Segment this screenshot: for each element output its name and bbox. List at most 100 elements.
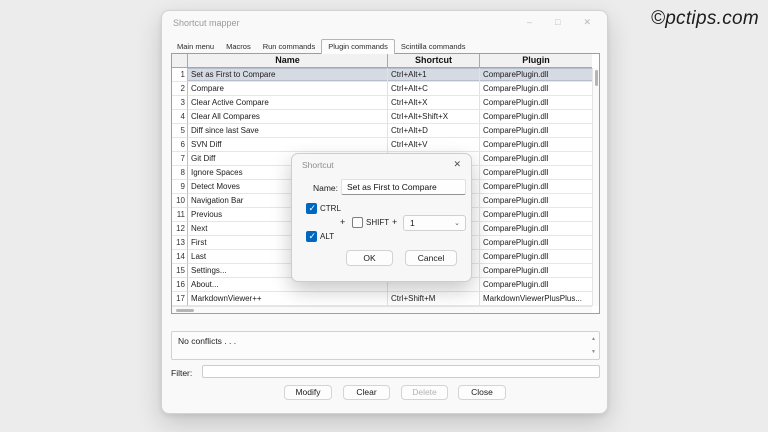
- screenshot-root: ©pctips.com Shortcut mapper – □ ✕ Main m…: [0, 0, 768, 432]
- close-button[interactable]: Close: [458, 385, 506, 400]
- cell-shortcut: Ctrl+Alt+1: [388, 68, 480, 82]
- window-controls: – □ ✕: [527, 16, 591, 28]
- cell-shortcut: Ctrl+Alt+X: [388, 96, 480, 110]
- cell-shortcut: Ctrl+Alt+D: [388, 124, 480, 138]
- minimize-icon[interactable]: –: [527, 16, 532, 28]
- tab-main-menu[interactable]: Main menu: [171, 41, 220, 53]
- table-row[interactable]: 1Set as First to CompareCtrl+Alt+1Compar…: [172, 68, 592, 82]
- cancel-button[interactable]: Cancel: [405, 250, 457, 266]
- cell-plugin: ComparePlugin.dll: [480, 236, 592, 250]
- dialog-close-icon[interactable]: ✕: [453, 159, 461, 170]
- table-header: Name Shortcut Plugin: [172, 54, 599, 68]
- table-row[interactable]: 2CompareCtrl+Alt+CComparePlugin.dll: [172, 82, 592, 96]
- cell-rownum: 11: [172, 208, 188, 222]
- tab-run-commands[interactable]: Run commands: [257, 41, 322, 53]
- table-row[interactable]: 6SVN DiffCtrl+Alt+VComparePlugin.dll: [172, 138, 592, 152]
- cell-rownum: 14: [172, 250, 188, 264]
- alt-checkbox-row: ALT: [306, 231, 334, 242]
- cell-plugin: ComparePlugin.dll: [480, 166, 592, 180]
- ctrl-checkbox[interactable]: [306, 203, 317, 214]
- scroll-down-icon[interactable]: ▼: [591, 349, 596, 355]
- horizontal-scrollbar[interactable]: [172, 306, 592, 313]
- cell-shortcut: Ctrl+Shift+M: [388, 292, 480, 306]
- cell-plugin: ComparePlugin.dll: [480, 96, 592, 110]
- table-row[interactable]: 17MarkdownViewer++Ctrl+Shift+MMarkdownVi…: [172, 292, 592, 306]
- ctrl-checkbox-row: CTRL: [306, 203, 341, 214]
- filter-label: Filter:: [171, 368, 192, 378]
- shift-checkbox[interactable]: [352, 217, 363, 228]
- cell-rownum: 5: [172, 124, 188, 138]
- table-row[interactable]: 5Diff since last SaveCtrl+Alt+DComparePl…: [172, 124, 592, 138]
- cell-rownum: 15: [172, 264, 188, 278]
- shortcut-dialog: Shortcut ✕ Name: Set as First to Compare…: [291, 153, 472, 282]
- cell-shortcut: Ctrl+Alt+Shift+X: [388, 110, 480, 124]
- cell-rownum: 10: [172, 194, 188, 208]
- conflicts-text: No conflicts . . .: [178, 336, 236, 346]
- cell-name: MarkdownViewer++: [188, 292, 388, 306]
- tab-scintilla-commands[interactable]: Scintilla commands: [395, 41, 472, 53]
- cell-plugin: ComparePlugin.dll: [480, 208, 592, 222]
- cell-plugin: ComparePlugin.dll: [480, 278, 592, 292]
- key-combobox-value: 1: [410, 218, 415, 228]
- cell-plugin: ComparePlugin.dll: [480, 138, 592, 152]
- key-combobox[interactable]: 1 ⌄: [403, 215, 466, 231]
- cell-plugin: ComparePlugin.dll: [480, 180, 592, 194]
- cell-rownum: 16: [172, 278, 188, 292]
- plus-sign: +: [392, 217, 397, 227]
- cell-plugin: ComparePlugin.dll: [480, 152, 592, 166]
- vertical-scrollbar[interactable]: [592, 68, 599, 306]
- name-input[interactable]: Set as First to Compare: [341, 179, 466, 195]
- cell-plugin: ComparePlugin.dll: [480, 68, 592, 82]
- cell-plugin: ComparePlugin.dll: [480, 124, 592, 138]
- horizontal-scrollbar-thumb[interactable]: [176, 309, 194, 312]
- cell-rownum: 8: [172, 166, 188, 180]
- cell-shortcut: Ctrl+Alt+C: [388, 82, 480, 96]
- chevron-down-icon: ⌄: [454, 219, 460, 227]
- plus-sign: +: [340, 217, 345, 227]
- cell-name: Clear Active Compare: [188, 96, 388, 110]
- dialog-title: Shortcut: [302, 160, 334, 170]
- cell-plugin: ComparePlugin.dll: [480, 264, 592, 278]
- scroll-up-icon[interactable]: ▲: [591, 336, 596, 342]
- window-title: Shortcut mapper: [173, 18, 240, 28]
- cell-plugin: MarkdownViewerPlusPlus...: [480, 292, 592, 306]
- maximize-icon[interactable]: □: [555, 16, 560, 28]
- table-row[interactable]: 3Clear Active CompareCtrl+Alt+XComparePl…: [172, 96, 592, 110]
- table-row[interactable]: 4Clear All ComparesCtrl+Alt+Shift+XCompa…: [172, 110, 592, 124]
- alt-checkbox[interactable]: [306, 231, 317, 242]
- delete-button: Delete: [401, 385, 448, 400]
- cell-plugin: ComparePlugin.dll: [480, 110, 592, 124]
- clear-button[interactable]: Clear: [343, 385, 390, 400]
- cell-name: Compare: [188, 82, 388, 96]
- modify-button[interactable]: Modify: [284, 385, 332, 400]
- cell-rownum: 4: [172, 110, 188, 124]
- cell-rownum: 17: [172, 292, 188, 306]
- ok-button[interactable]: OK: [346, 250, 393, 266]
- cell-rownum: 2: [172, 82, 188, 96]
- shift-checkbox-row: SHIFT: [352, 217, 389, 228]
- cell-plugin: ComparePlugin.dll: [480, 222, 592, 236]
- cell-rownum: 7: [172, 152, 188, 166]
- tab-bar: Main menuMacrosRun commandsPlugin comman…: [171, 39, 471, 53]
- vertical-scrollbar-thumb[interactable]: [595, 70, 598, 86]
- cell-shortcut: Ctrl+Alt+V: [388, 138, 480, 152]
- cell-name: Clear All Compares: [188, 110, 388, 124]
- close-icon[interactable]: ✕: [583, 16, 591, 28]
- tab-plugin-commands[interactable]: Plugin commands: [321, 39, 395, 54]
- shift-label: SHIFT: [366, 218, 389, 227]
- cell-rownum: 3: [172, 96, 188, 110]
- cell-rownum: 9: [172, 180, 188, 194]
- cell-rownum: 13: [172, 236, 188, 250]
- filter-input[interactable]: [202, 365, 600, 378]
- ctrl-label: CTRL: [320, 204, 341, 213]
- tab-macros[interactable]: Macros: [220, 41, 257, 53]
- cell-rownum: 6: [172, 138, 188, 152]
- header-shortcut[interactable]: Shortcut: [388, 54, 480, 68]
- header-rownum[interactable]: [172, 54, 188, 68]
- cell-plugin: ComparePlugin.dll: [480, 250, 592, 264]
- cell-rownum: 1: [172, 68, 188, 82]
- header-plugin[interactable]: Plugin: [480, 54, 592, 68]
- conflicts-panel: No conflicts . . . ▲ ▼: [171, 331, 600, 360]
- cell-plugin: ComparePlugin.dll: [480, 82, 592, 96]
- header-name[interactable]: Name: [188, 54, 388, 68]
